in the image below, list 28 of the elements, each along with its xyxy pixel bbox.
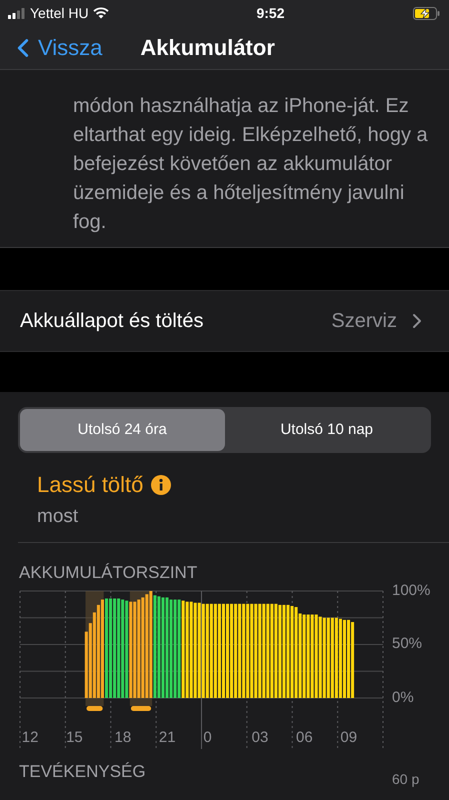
section-header: AKKUMULÁTORSZINT bbox=[18, 562, 198, 582]
section-header: TEVÉKENYSÉG bbox=[19, 762, 146, 782]
settings-row[interactable]: Akkuállapot és töltés Szerviz bbox=[0, 290, 449, 352]
axis-label: 50% bbox=[392, 635, 422, 653]
axis-label: 0 bbox=[203, 728, 212, 746]
segment-tab[interactable]: Utolsó 24 óra bbox=[20, 409, 224, 451]
charging-battery-icon bbox=[413, 6, 441, 20]
axis-label: 21 bbox=[158, 728, 176, 746]
charger-title: Lassú töltő bbox=[37, 471, 144, 499]
segment-tab[interactable]: Utolsó 10 nap bbox=[224, 409, 429, 451]
axis-label: 03 bbox=[252, 728, 268, 746]
info-icon[interactable] bbox=[151, 474, 172, 494]
charger-time: most bbox=[37, 505, 80, 529]
axis-label: 18 bbox=[114, 728, 132, 746]
clock-time: 9:52 bbox=[255, 4, 286, 22]
back-button[interactable]: Vissza bbox=[0, 31, 102, 64]
carrier-name: Yettel HU bbox=[30, 4, 89, 22]
axis-label: 06 bbox=[296, 728, 313, 746]
axis-label: 09 bbox=[340, 728, 358, 746]
axis-label: 0% bbox=[392, 688, 414, 706]
info-paragraph: módon használhatja az iPhone-ját. Ez eltarthat egy ideig. Elképzelhető, hogy a befejezést követően az akkumulátor üzemideje és a hőteljesítmény javulni fog. bbox=[73, 94, 429, 235]
axis-label: 60 p bbox=[392, 770, 420, 786]
signal-icon bbox=[8, 8, 26, 18]
page-title: Akkumulátor bbox=[140, 34, 275, 62]
axis-label: 12 bbox=[22, 728, 38, 746]
wifi-icon bbox=[92, 7, 109, 19]
axis-label: 100% bbox=[392, 582, 430, 600]
axis-label: 15 bbox=[66, 728, 83, 746]
